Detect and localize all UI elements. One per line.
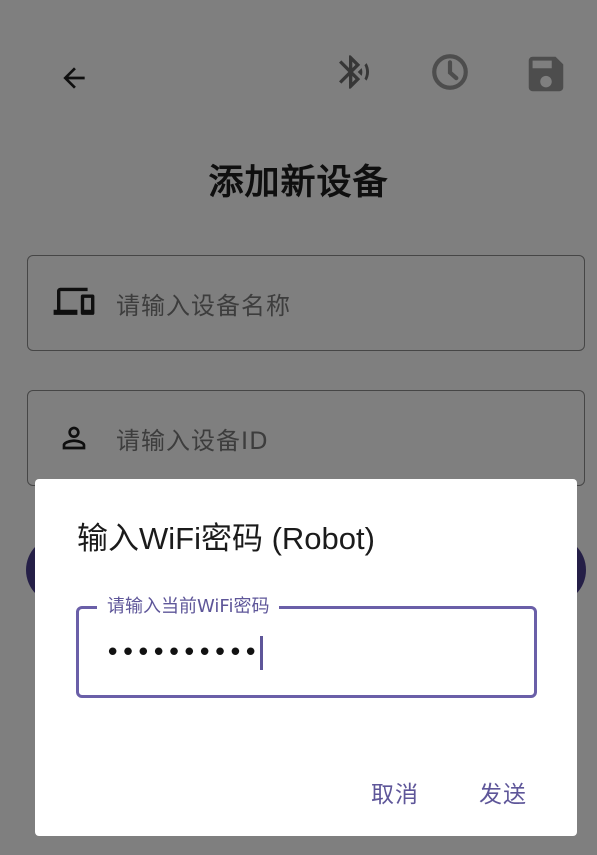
- wifi-password-input[interactable]: ••••••••••: [105, 635, 264, 671]
- text-cursor: [260, 636, 264, 670]
- dialog-title: 输入WiFi密码 (Robot): [77, 521, 375, 556]
- cancel-button[interactable]: 取消: [365, 771, 425, 813]
- wifi-password-value: ••••••••••: [105, 638, 259, 668]
- wifi-password-dialog: 输入WiFi密码 (Robot) 请输入当前WiFi密码 •••••••••• …: [35, 479, 577, 836]
- wifi-password-field[interactable]: 请输入当前WiFi密码 ••••••••••: [76, 595, 537, 698]
- send-button[interactable]: 发送: [473, 771, 533, 813]
- wifi-password-label: 请输入当前WiFi密码: [97, 595, 280, 619]
